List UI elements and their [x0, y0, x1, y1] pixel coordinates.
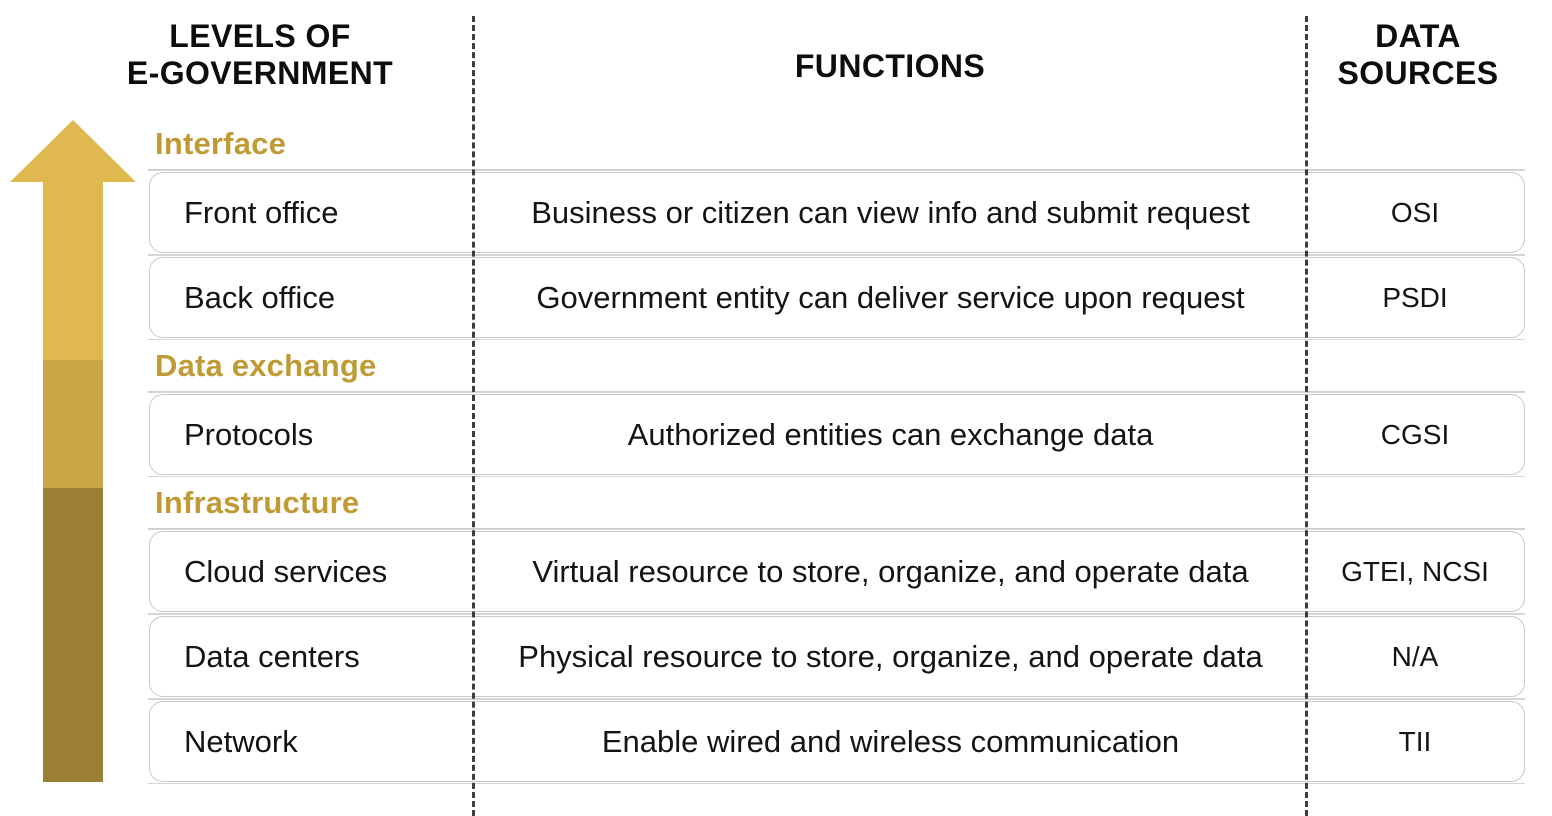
- arrow-segment-infrastructure: [10, 488, 136, 782]
- cell-function-description: Physical resource to store, organize, an…: [518, 638, 1263, 674]
- column-header-data-sources: DATA SOURCES: [1312, 18, 1524, 92]
- upward-maturity-arrow: [10, 120, 136, 782]
- cell-function-description: Virtual resource to store, organize, and…: [532, 553, 1249, 589]
- arrow-segment-interface: [10, 120, 136, 360]
- cell-data-source: GTEI, NCSI: [1341, 555, 1489, 587]
- cell-data-source: TII: [1398, 725, 1432, 757]
- cell-level-name: Network: [184, 723, 298, 759]
- cell-level-name: Front office: [184, 194, 339, 230]
- group-label: Interface: [155, 126, 287, 161]
- column-header-sources-line2: SOURCES: [1337, 55, 1499, 92]
- divider-functions-column: [472, 16, 475, 816]
- column-header-functions: FUNCTIONS: [794, 48, 986, 84]
- column-header-sources-line1: DATA: [1375, 18, 1461, 54]
- diagram-canvas: LEVELS OF E-GOVERNMENT FUNCTIONS DATA SO…: [0, 0, 1552, 816]
- cell-data-source: CGSI: [1380, 418, 1450, 450]
- group-label: Data exchange: [155, 348, 377, 383]
- cell-level-name: Back office: [184, 279, 336, 315]
- column-header-levels-line1: LEVELS OF: [169, 18, 351, 54]
- cell-data-source: N/A: [1391, 640, 1439, 672]
- group-label: Infrastructure: [155, 485, 360, 520]
- table-row[interactable]: Front office Business or citizen can view…: [0, 170, 1552, 255]
- levels-table: Interface Front office Business or citizen…: [0, 118, 1552, 784]
- arrow-segment-data-exchange: [10, 360, 136, 488]
- cell-data-source: PSDI: [1382, 281, 1448, 313]
- table-row[interactable]: Network Enable wired and wireless communi…: [0, 699, 1552, 784]
- group-heading-row: Infrastructure: [0, 477, 1552, 529]
- table-row[interactable]: Data centers Physical resource to store, …: [0, 614, 1552, 699]
- table-row[interactable]: Back office Government entity can deliver…: [0, 255, 1552, 340]
- group-heading-row: Data exchange: [0, 340, 1552, 392]
- table-row[interactable]: Protocols Authorized entities can exchang…: [0, 392, 1552, 477]
- cell-data-source: OSI: [1390, 196, 1440, 228]
- cell-function-description: Business or citizen can view info and su…: [531, 194, 1250, 230]
- table-row[interactable]: Cloud services Virtual resource to store,…: [0, 529, 1552, 614]
- cell-level-name: Protocols: [184, 416, 314, 452]
- cell-level-name: Cloud services: [184, 553, 388, 589]
- group-heading-row: Interface: [0, 118, 1552, 170]
- cell-function-description: Enable wired and wireless communication: [601, 723, 1180, 759]
- cell-level-name: Data centers: [184, 638, 360, 674]
- cell-function-description: Authorized entities can exchange data: [627, 416, 1154, 452]
- column-header-levels-line2: E-GOVERNMENT: [126, 55, 394, 92]
- column-header-levels: LEVELS OF E-GOVERNMENT: [60, 18, 460, 92]
- cell-function-description: Government entity can deliver service up…: [536, 279, 1245, 315]
- divider-sources-column: [1305, 16, 1308, 816]
